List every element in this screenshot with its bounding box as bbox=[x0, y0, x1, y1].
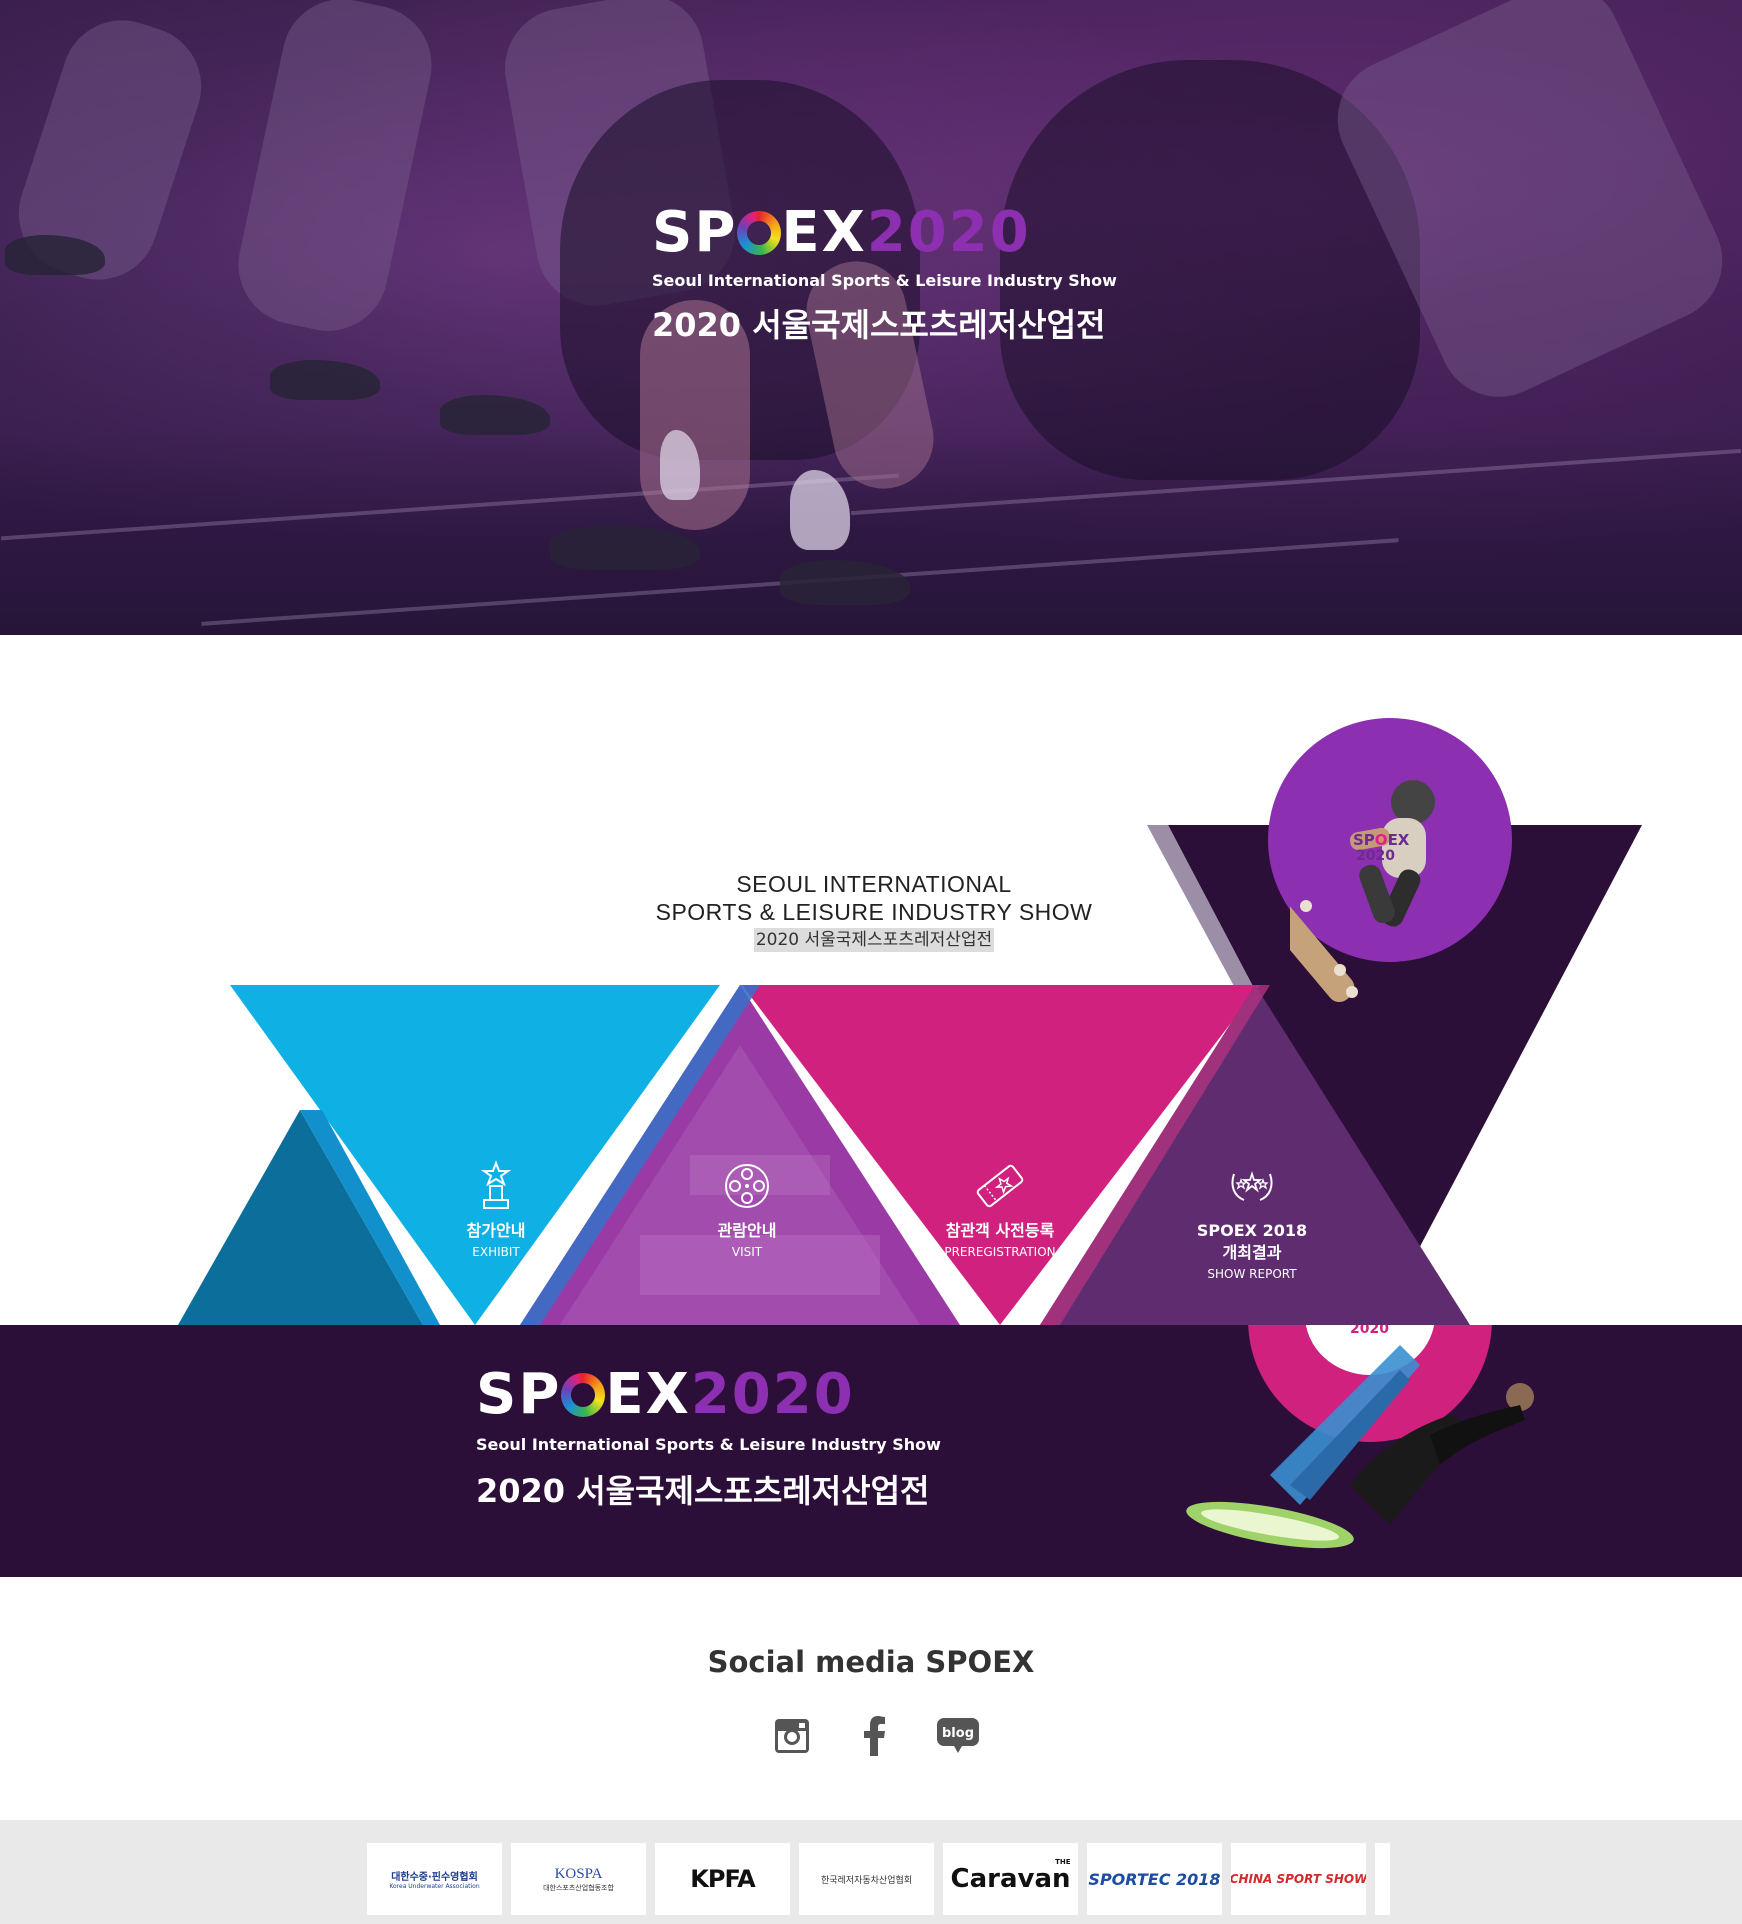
menu-visit-eng: VISIT bbox=[731, 1245, 763, 1259]
banner-korean-title: 2020 서울국제스포츠레저산업전 bbox=[476, 1472, 930, 1510]
menu-show-report-eng: SHOW REPORT bbox=[1207, 1267, 1297, 1281]
laurel-stars-icon bbox=[1231, 1171, 1273, 1201]
partner-label: KOSPA bbox=[554, 1865, 603, 1882]
skater-badge-logo: SPOEX bbox=[1353, 831, 1410, 849]
partner-label: CHINA SPORT SHOW bbox=[1231, 1872, 1366, 1886]
menu-preregistration-kor: 참관객 사전등록 bbox=[945, 1221, 1055, 1240]
triangle-graphic bbox=[178, 718, 1642, 1325]
facebook-link[interactable] bbox=[853, 1714, 897, 1758]
partner-sublabel: THE bbox=[1055, 1858, 1071, 1866]
rainbow-ring-icon bbox=[561, 1373, 606, 1417]
partner-logo-kpfa[interactable]: KPFA bbox=[655, 1843, 790, 1915]
film-reel-icon bbox=[725, 1164, 769, 1208]
spoex-logo-wordmark: SP EX2020 bbox=[476, 1367, 916, 1423]
menu-exhibit[interactable]: 참가안내 EXHIBIT bbox=[401, 1160, 591, 1262]
intro-line2: SPORTS & LEISURE INDUSTRY SHOW bbox=[655, 899, 1093, 925]
logo-sp: SP bbox=[476, 1362, 562, 1427]
intro-section: SEOUL INTERNATIONAL SPORTS & LEISURE IND… bbox=[0, 635, 1742, 1325]
rainbow-ring-icon bbox=[737, 211, 782, 255]
partner-logo-kospa[interactable]: KOSPA 대한스포츠산업협동조합 bbox=[511, 1843, 646, 1915]
trophy-icon bbox=[480, 1160, 512, 1209]
skateboarder-image: SPOEX 2020 bbox=[1290, 780, 1435, 1003]
partner-carousel: 대한수중·핀수영협회 Korea Underwater Association … bbox=[367, 1843, 1390, 1915]
instagram-icon bbox=[775, 1719, 809, 1753]
social-title: Social media SPOEX bbox=[707, 1645, 1035, 1679]
blog-icon: blog bbox=[937, 1718, 979, 1753]
hero-logo: SP EX2020 Seoul International Sports & Le… bbox=[652, 205, 1117, 346]
banner-subtitle: Seoul International Sports & Leisure Ind… bbox=[476, 1435, 941, 1454]
athlete-silhouette bbox=[227, 0, 443, 342]
menu-visit[interactable]: 관람안내 VISIT bbox=[652, 1160, 842, 1262]
partner-logo-krv[interactable]: 한국레저자동차산업협회 bbox=[799, 1843, 934, 1915]
hero-subtitle: Seoul International Sports & Leisure Ind… bbox=[652, 271, 1117, 290]
partner-logo-china-sport-show[interactable]: CHINA SPORT SHOW bbox=[1231, 1843, 1366, 1915]
banner-logo: SP EX2020 Seoul International Sports & Le… bbox=[476, 1367, 941, 1512]
partner-label: Caravan bbox=[950, 1864, 1071, 1894]
partner-logo-partial[interactable] bbox=[1375, 1843, 1390, 1915]
menu-exhibit-eng: EXHIBIT bbox=[472, 1245, 520, 1259]
menu-show-report-line2: 개최결과 bbox=[1222, 1243, 1282, 1262]
partner-label: KPFA bbox=[690, 1865, 755, 1893]
intro-title: SEOUL INTERNATIONAL SPORTS & LEISURE IND… bbox=[600, 870, 1148, 952]
intro-line1: SEOUL INTERNATIONAL bbox=[736, 871, 1012, 897]
logo-year: 2020 bbox=[866, 200, 1031, 265]
menu-preregistration-eng: PREREGISTRATION bbox=[944, 1245, 1056, 1259]
skater-badge-year: 2020 bbox=[1356, 848, 1395, 864]
partner-logo-caravan[interactable]: Caravan THE bbox=[943, 1843, 1078, 1915]
logo-year: 2020 bbox=[690, 1362, 855, 1427]
partners-strip: 대한수중·핀수영협회 Korea Underwater Association … bbox=[0, 1820, 1742, 1924]
banner-circle-year: 2020 bbox=[1350, 1325, 1389, 1337]
social-links: blog bbox=[770, 1711, 980, 1761]
windsurfer-image: 2020 bbox=[1186, 1325, 1534, 1549]
logo-ex: EX bbox=[605, 1362, 691, 1427]
partner-logo-kua[interactable]: 대한수중·핀수영협회 Korea Underwater Association bbox=[367, 1843, 502, 1915]
brand-banner: SP EX2020 Seoul International Sports & Le… bbox=[0, 1325, 1742, 1577]
blog-link[interactable]: blog bbox=[936, 1714, 980, 1758]
menu-show-report[interactable]: SPOEX 2018 개최결과 SHOW REPORT bbox=[1157, 1160, 1347, 1284]
facebook-icon bbox=[864, 1716, 885, 1756]
sneaker bbox=[270, 360, 380, 400]
hero-korean-title: 2020 서울국제스포츠레저산업전 bbox=[652, 306, 1106, 344]
intro-line3: 2020 서울국제스포츠레저산업전 bbox=[753, 928, 995, 952]
menu-exhibit-kor: 참가안내 bbox=[466, 1221, 526, 1240]
menu-visit-kor: 관람안내 bbox=[717, 1221, 777, 1240]
social-section: Social media SPOEX blog bbox=[0, 1577, 1742, 1820]
partner-logo-sportec[interactable]: SPORTEC 2018 bbox=[1087, 1843, 1222, 1915]
partner-sublabel: 대한스포츠산업협동조합 bbox=[543, 1883, 614, 1892]
partner-label: 한국레저자동차산업협회 bbox=[820, 1875, 913, 1886]
instagram-link[interactable] bbox=[770, 1714, 814, 1758]
logo-sp: SP bbox=[652, 200, 738, 265]
menu-preregistration[interactable]: 참관객 사전등록 PREREGISTRATION bbox=[905, 1160, 1095, 1262]
hero-section: SP EX2020 Seoul International Sports & Le… bbox=[0, 0, 1742, 635]
logo-ex: EX bbox=[781, 200, 867, 265]
partner-sublabel: Korea Underwater Association bbox=[389, 1883, 480, 1890]
ticket-icon bbox=[976, 1164, 1024, 1208]
partner-label: SPORTEC 2018 bbox=[1088, 1869, 1221, 1889]
menu-show-report-line1: SPOEX 2018 bbox=[1196, 1221, 1308, 1240]
sneaker bbox=[440, 395, 550, 435]
spoex-logo-wordmark: SP EX2020 bbox=[652, 205, 1092, 261]
blog-icon-label: blog bbox=[942, 1726, 974, 1741]
partner-label: 대한수중·핀수영협회 bbox=[391, 1872, 478, 1883]
